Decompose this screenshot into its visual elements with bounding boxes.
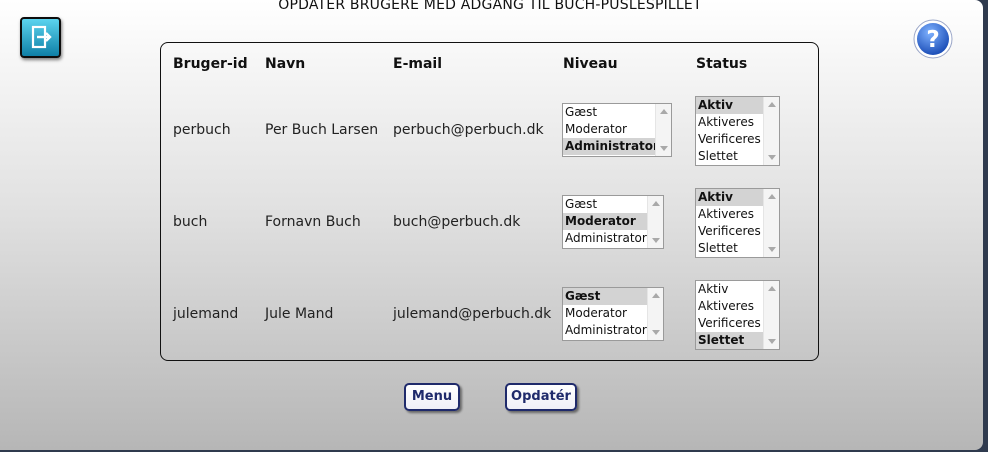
cell-name: Per Buch Larsen — [265, 122, 379, 138]
scrollbar[interactable] — [647, 288, 663, 340]
scrollbar[interactable] — [763, 97, 779, 165]
help-button[interactable]: ? — [913, 19, 953, 59]
level-select[interactable]: Gæst Moderator Administrator — [562, 103, 672, 157]
level-select[interactable]: Gæst Moderator Administrator — [562, 287, 664, 341]
cell-email: perbuch@perbuch.dk — [393, 122, 544, 138]
scroll-up-icon[interactable] — [660, 109, 668, 114]
scrollbar[interactable] — [655, 104, 671, 156]
update-button[interactable]: Opdatér — [505, 383, 577, 411]
cell-name: Jule Mand — [265, 306, 334, 322]
column-header-level: Niveau — [563, 56, 618, 72]
scroll-up-icon[interactable] — [652, 293, 660, 298]
level-select[interactable]: Gæst Moderator Administrator — [562, 195, 664, 249]
scroll-up-icon[interactable] — [768, 194, 776, 199]
cell-user-id: buch — [173, 214, 208, 230]
column-header-status: Status — [696, 56, 748, 72]
help-icon: ? — [913, 19, 953, 59]
status-select[interactable]: Aktiv Aktiveres Verificeres Slettet — [695, 280, 780, 350]
scroll-down-icon[interactable] — [660, 146, 668, 151]
column-header-name: Navn — [265, 56, 306, 72]
column-header-email: E-mail — [393, 56, 443, 72]
scroll-down-icon[interactable] — [652, 330, 660, 335]
page-title: OPDATER BRUGERE MED ADGANG TIL BUCH-PUSL… — [278, 0, 702, 13]
scrollbar[interactable] — [647, 196, 663, 248]
scroll-up-icon[interactable] — [768, 286, 776, 291]
status-select[interactable]: Aktiv Aktiveres Verificeres Slettet — [695, 188, 780, 258]
cell-user-id: julemand — [173, 306, 239, 322]
cell-user-id: perbuch — [173, 122, 231, 138]
scroll-up-icon[interactable] — [768, 102, 776, 107]
scroll-up-icon[interactable] — [652, 201, 660, 206]
main-panel: OPDATER BRUGERE MED ADGANG TIL BUCH-PUSL… — [0, 0, 983, 450]
cell-email: julemand@perbuch.dk — [393, 306, 552, 322]
exit-button[interactable] — [20, 17, 61, 58]
scrollbar[interactable] — [763, 281, 779, 349]
menu-button[interactable]: Menu — [404, 383, 460, 411]
scrollbar[interactable] — [763, 189, 779, 257]
svg-text:?: ? — [926, 27, 939, 53]
scroll-down-icon[interactable] — [768, 339, 776, 344]
status-select[interactable]: Aktiv Aktiveres Verificeres Slettet — [695, 96, 780, 166]
column-header-user-id: Bruger-id — [173, 56, 248, 72]
scroll-down-icon[interactable] — [768, 155, 776, 160]
scroll-down-icon[interactable] — [768, 247, 776, 252]
exit-icon — [31, 25, 52, 49]
scroll-down-icon[interactable] — [652, 238, 660, 243]
cell-email: buch@perbuch.dk — [393, 214, 521, 230]
cell-name: Fornavn Buch — [265, 214, 361, 230]
